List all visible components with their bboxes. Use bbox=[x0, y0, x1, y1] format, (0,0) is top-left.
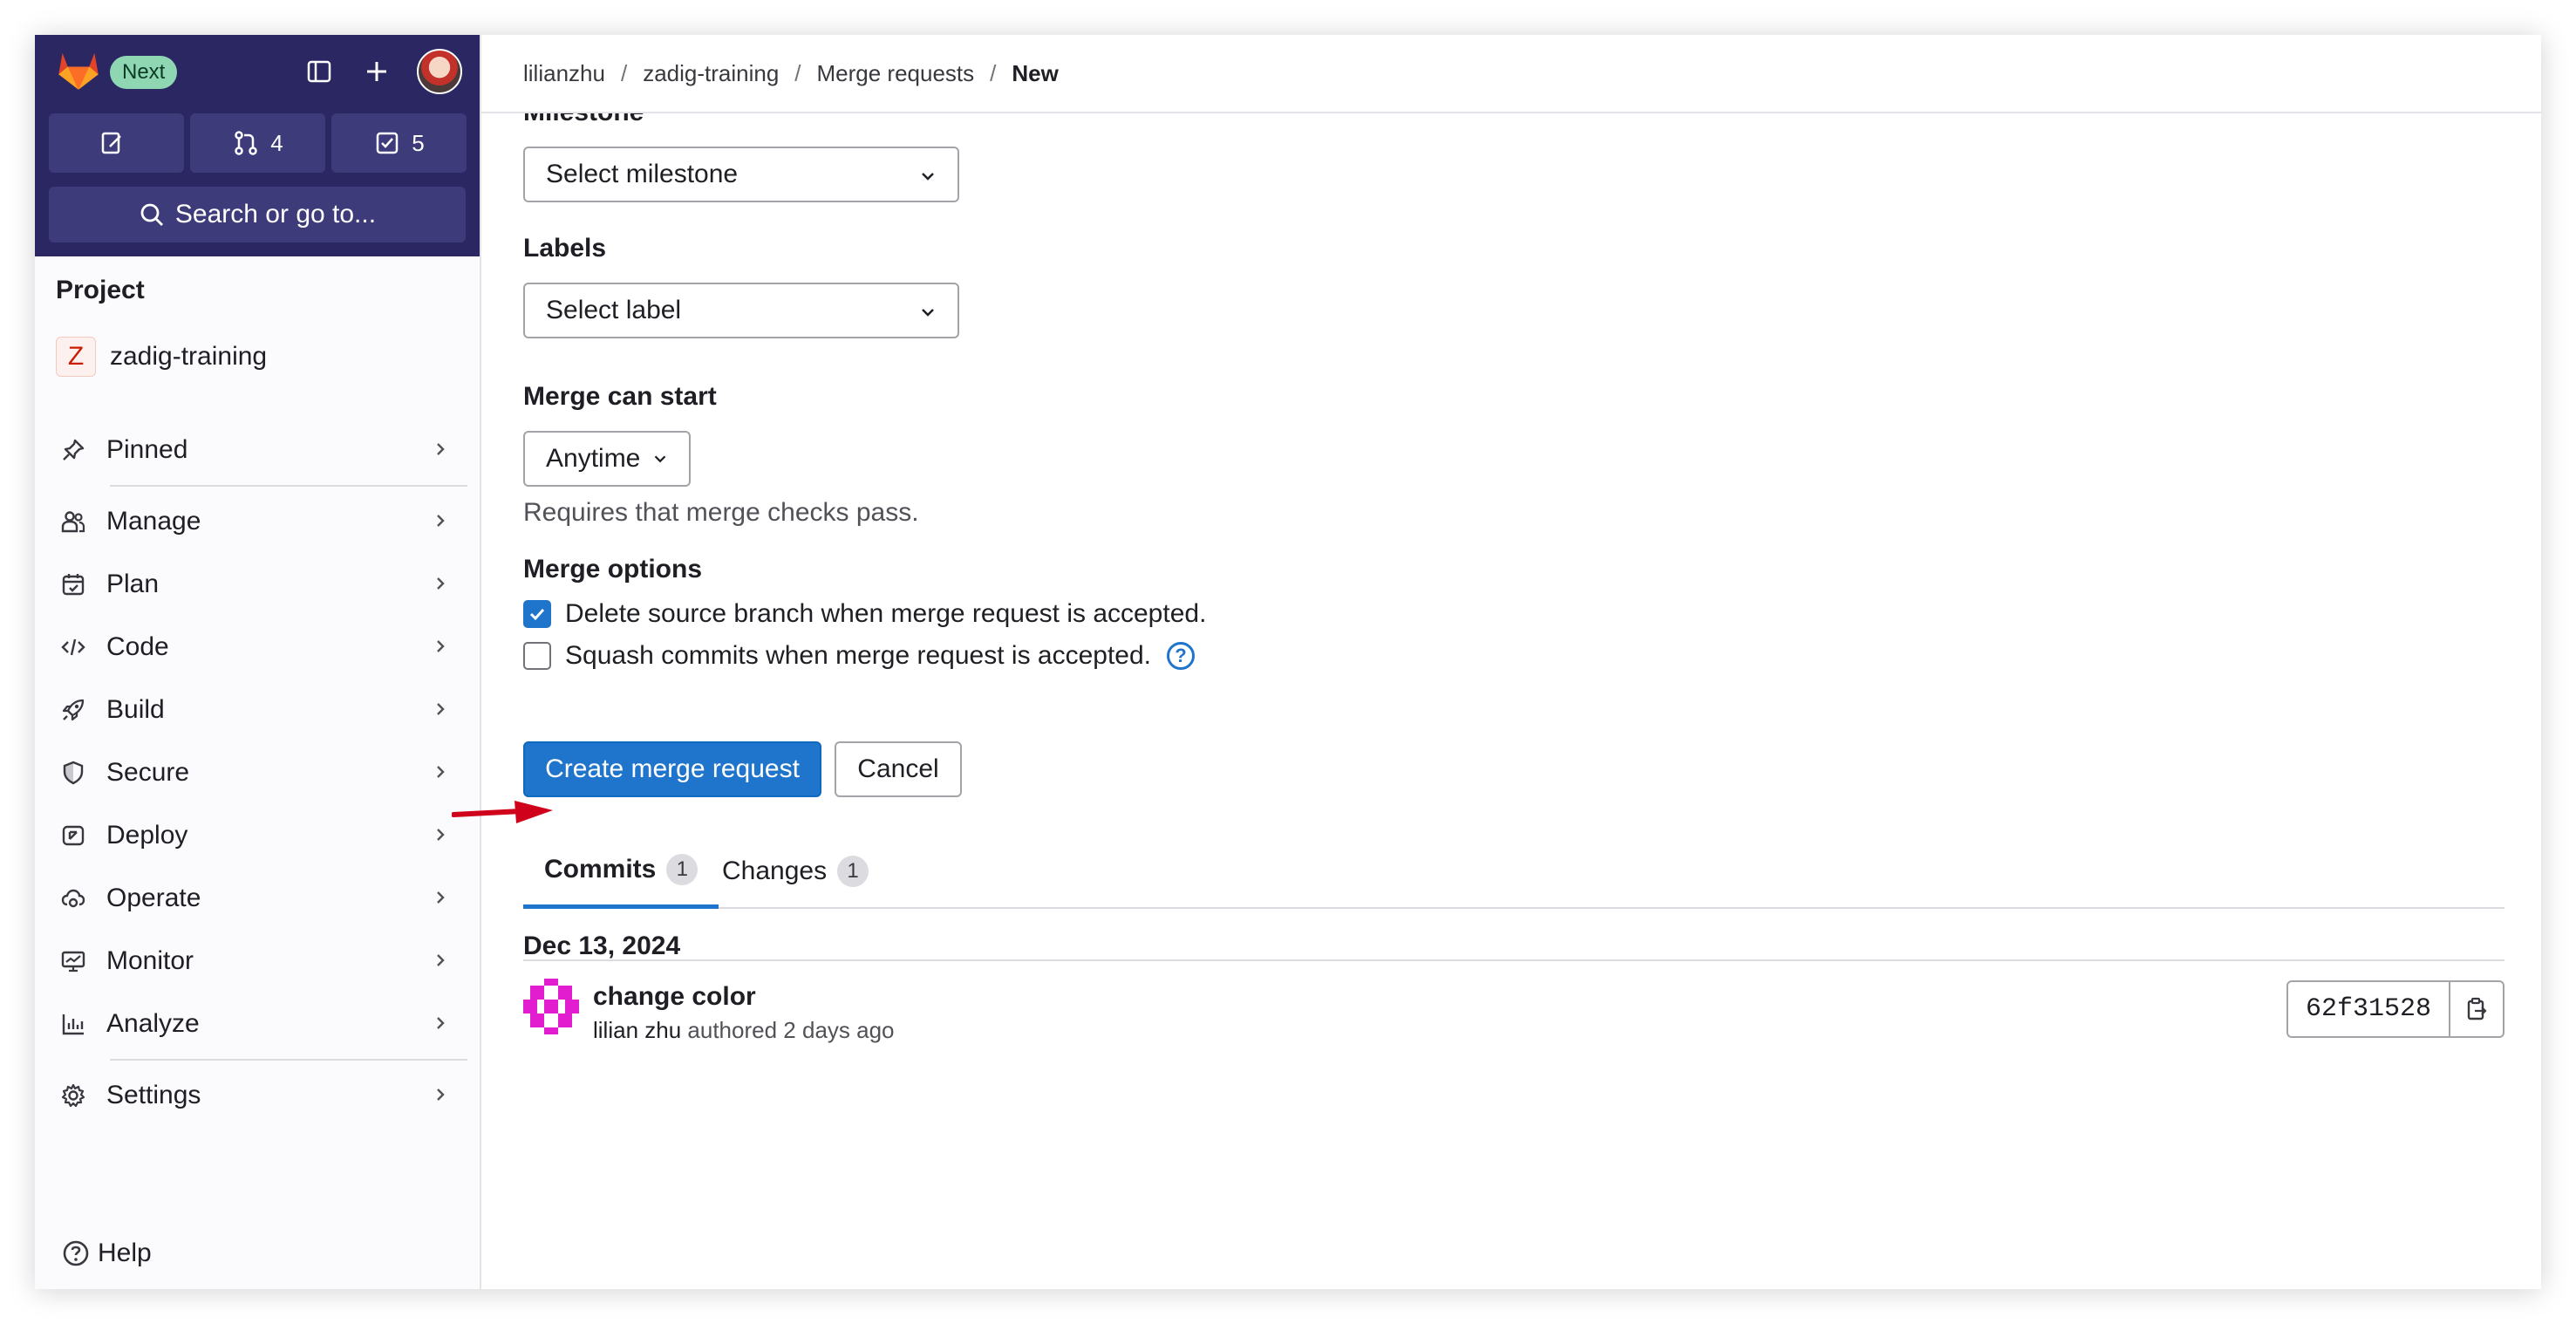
plus-icon bbox=[367, 62, 386, 81]
monitor-icon bbox=[61, 951, 85, 973]
chevron-down-icon bbox=[655, 455, 666, 463]
copy-sha-button[interactable] bbox=[2450, 982, 2503, 1036]
labels-label: Labels bbox=[523, 234, 607, 263]
shield-icon bbox=[63, 761, 84, 785]
sidebar-item-build[interactable]: Build bbox=[56, 687, 466, 733]
merge-requests-counter[interactable]: 4 bbox=[190, 113, 325, 173]
tabs: Commits 1 Changes 1 bbox=[523, 834, 2504, 909]
commit-meta: lilian zhu authored 2 days ago bbox=[593, 1017, 895, 1043]
delete-branch-option[interactable]: Delete source branch when merge request … bbox=[523, 597, 1206, 631]
pin-icon bbox=[63, 439, 85, 461]
chevron-right-icon bbox=[437, 577, 445, 590]
project-name: zadig-training bbox=[110, 342, 268, 371]
question-icon[interactable]: ? bbox=[1167, 642, 1195, 670]
gear-icon bbox=[61, 1083, 85, 1108]
sidebar-item-manage[interactable]: Manage bbox=[56, 499, 466, 544]
create-merge-request-button[interactable]: Create merge request bbox=[523, 741, 821, 797]
sidebar-item-monitor[interactable]: Monitor bbox=[56, 938, 466, 984]
annotation-arrow bbox=[452, 801, 553, 823]
chevron-right-icon bbox=[437, 829, 445, 841]
project-avatar: Z bbox=[56, 337, 96, 377]
tab-count: 1 bbox=[837, 856, 869, 887]
todos-counter[interactable]: 5 bbox=[331, 113, 467, 173]
chevron-right-icon bbox=[437, 640, 445, 652]
merge-start-label: Merge can start bbox=[523, 382, 717, 411]
help-button[interactable]: Help bbox=[61, 1239, 152, 1268]
cancel-button[interactable]: Cancel bbox=[835, 741, 962, 797]
chevron-right-icon bbox=[437, 891, 445, 904]
commit-author[interactable]: lilian zhu bbox=[593, 1017, 681, 1043]
merge-start-help: Requires that merge checks pass. bbox=[523, 498, 919, 527]
checkmark-icon bbox=[529, 608, 545, 621]
delete-branch-checkbox[interactable] bbox=[523, 600, 551, 628]
sidebar-item-plan[interactable]: Plan bbox=[56, 562, 466, 607]
breadcrumb-item[interactable]: zadig-training bbox=[643, 60, 779, 87]
issues-icon bbox=[101, 132, 121, 154]
todo-icon bbox=[377, 132, 399, 154]
squash-checkbox[interactable] bbox=[523, 642, 551, 670]
toggle-sidebar-button[interactable] bbox=[300, 52, 338, 91]
project-link[interactable]: Z zadig-training bbox=[56, 335, 267, 379]
sidebar-header: Next 4 5 Search or go to... bbox=[35, 35, 480, 256]
search-icon bbox=[140, 203, 163, 226]
section-title: Project bbox=[56, 276, 145, 304]
sidebar-item-operate[interactable]: Operate bbox=[56, 876, 466, 921]
main-content: lilianzhu / zadig-training / Merge reque… bbox=[481, 35, 2541, 1289]
chevron-down-icon bbox=[922, 173, 934, 181]
cloud-gear-icon bbox=[61, 889, 85, 908]
rocket-icon bbox=[62, 699, 85, 721]
commit-sha-group: 62f31528 bbox=[2286, 980, 2504, 1038]
squash-option[interactable]: Squash commits when merge request is acc… bbox=[523, 638, 1195, 673]
help-icon bbox=[63, 1240, 89, 1266]
next-badge[interactable]: Next bbox=[110, 56, 178, 89]
deploy-icon bbox=[62, 825, 85, 846]
sidebar-item-pinned[interactable]: Pinned bbox=[56, 427, 466, 473]
breadcrumb: lilianzhu / zadig-training / Merge reque… bbox=[481, 35, 2541, 113]
chevron-right-icon bbox=[437, 703, 445, 715]
labels-select[interactable]: Select label bbox=[523, 283, 959, 338]
merge-request-icon bbox=[235, 131, 258, 155]
search-button[interactable]: Search or go to... bbox=[49, 187, 466, 242]
commit-title[interactable]: change color bbox=[593, 982, 756, 1012]
calendar-icon bbox=[62, 574, 85, 596]
gitlab-logo[interactable] bbox=[54, 45, 103, 94]
app-window: Next 4 5 Search or go to... Project Z za… bbox=[35, 35, 2541, 1289]
breadcrumb-item[interactable]: lilianzhu bbox=[523, 60, 605, 87]
chevron-right-icon bbox=[437, 1017, 445, 1029]
users-icon bbox=[61, 511, 85, 533]
chevron-right-icon bbox=[437, 443, 445, 455]
sidebar-toggle-icon bbox=[307, 60, 331, 83]
merge-start-dropdown[interactable]: Anytime bbox=[523, 431, 691, 487]
commit-sha-button[interactable]: 62f31528 bbox=[2288, 982, 2450, 1036]
divider bbox=[110, 485, 467, 487]
breadcrumb-current: New bbox=[1012, 59, 1059, 86]
sidebar-item-code[interactable]: Code bbox=[56, 624, 466, 670]
sidebar-item-settings[interactable]: Settings bbox=[56, 1073, 466, 1118]
milestone-select[interactable]: Select milestone bbox=[523, 147, 959, 202]
sidebar-item-secure[interactable]: Secure bbox=[56, 750, 466, 795]
chevron-right-icon bbox=[437, 766, 445, 778]
create-new-button[interactable] bbox=[358, 52, 396, 91]
merge-options-label: Merge options bbox=[523, 555, 703, 584]
chevron-right-icon bbox=[437, 515, 445, 527]
chart-icon bbox=[62, 1014, 84, 1035]
commit-date-header: Dec 13, 2024 bbox=[523, 932, 681, 960]
tab-count: 1 bbox=[666, 853, 699, 885]
sidebar: Next 4 5 Search or go to... Project Z za… bbox=[35, 35, 481, 1289]
code-icon bbox=[61, 638, 85, 656]
chevron-right-icon bbox=[437, 954, 445, 966]
divider bbox=[110, 1059, 467, 1061]
tab-changes[interactable]: Changes 1 bbox=[701, 834, 889, 909]
issues-counter[interactable] bbox=[49, 113, 184, 173]
breadcrumb-item[interactable]: Merge requests bbox=[817, 60, 975, 87]
sidebar-item-analyze[interactable]: Analyze bbox=[56, 1001, 466, 1047]
author-avatar[interactable] bbox=[523, 979, 579, 1034]
chevron-right-icon bbox=[437, 1089, 445, 1101]
sidebar-item-deploy[interactable]: Deploy bbox=[56, 813, 466, 858]
clipboard-icon bbox=[2467, 997, 2487, 1020]
tab-commits[interactable]: Commits 1 bbox=[523, 834, 719, 909]
user-avatar[interactable] bbox=[417, 49, 462, 94]
chevron-down-icon bbox=[922, 309, 934, 317]
divider bbox=[523, 959, 2504, 961]
